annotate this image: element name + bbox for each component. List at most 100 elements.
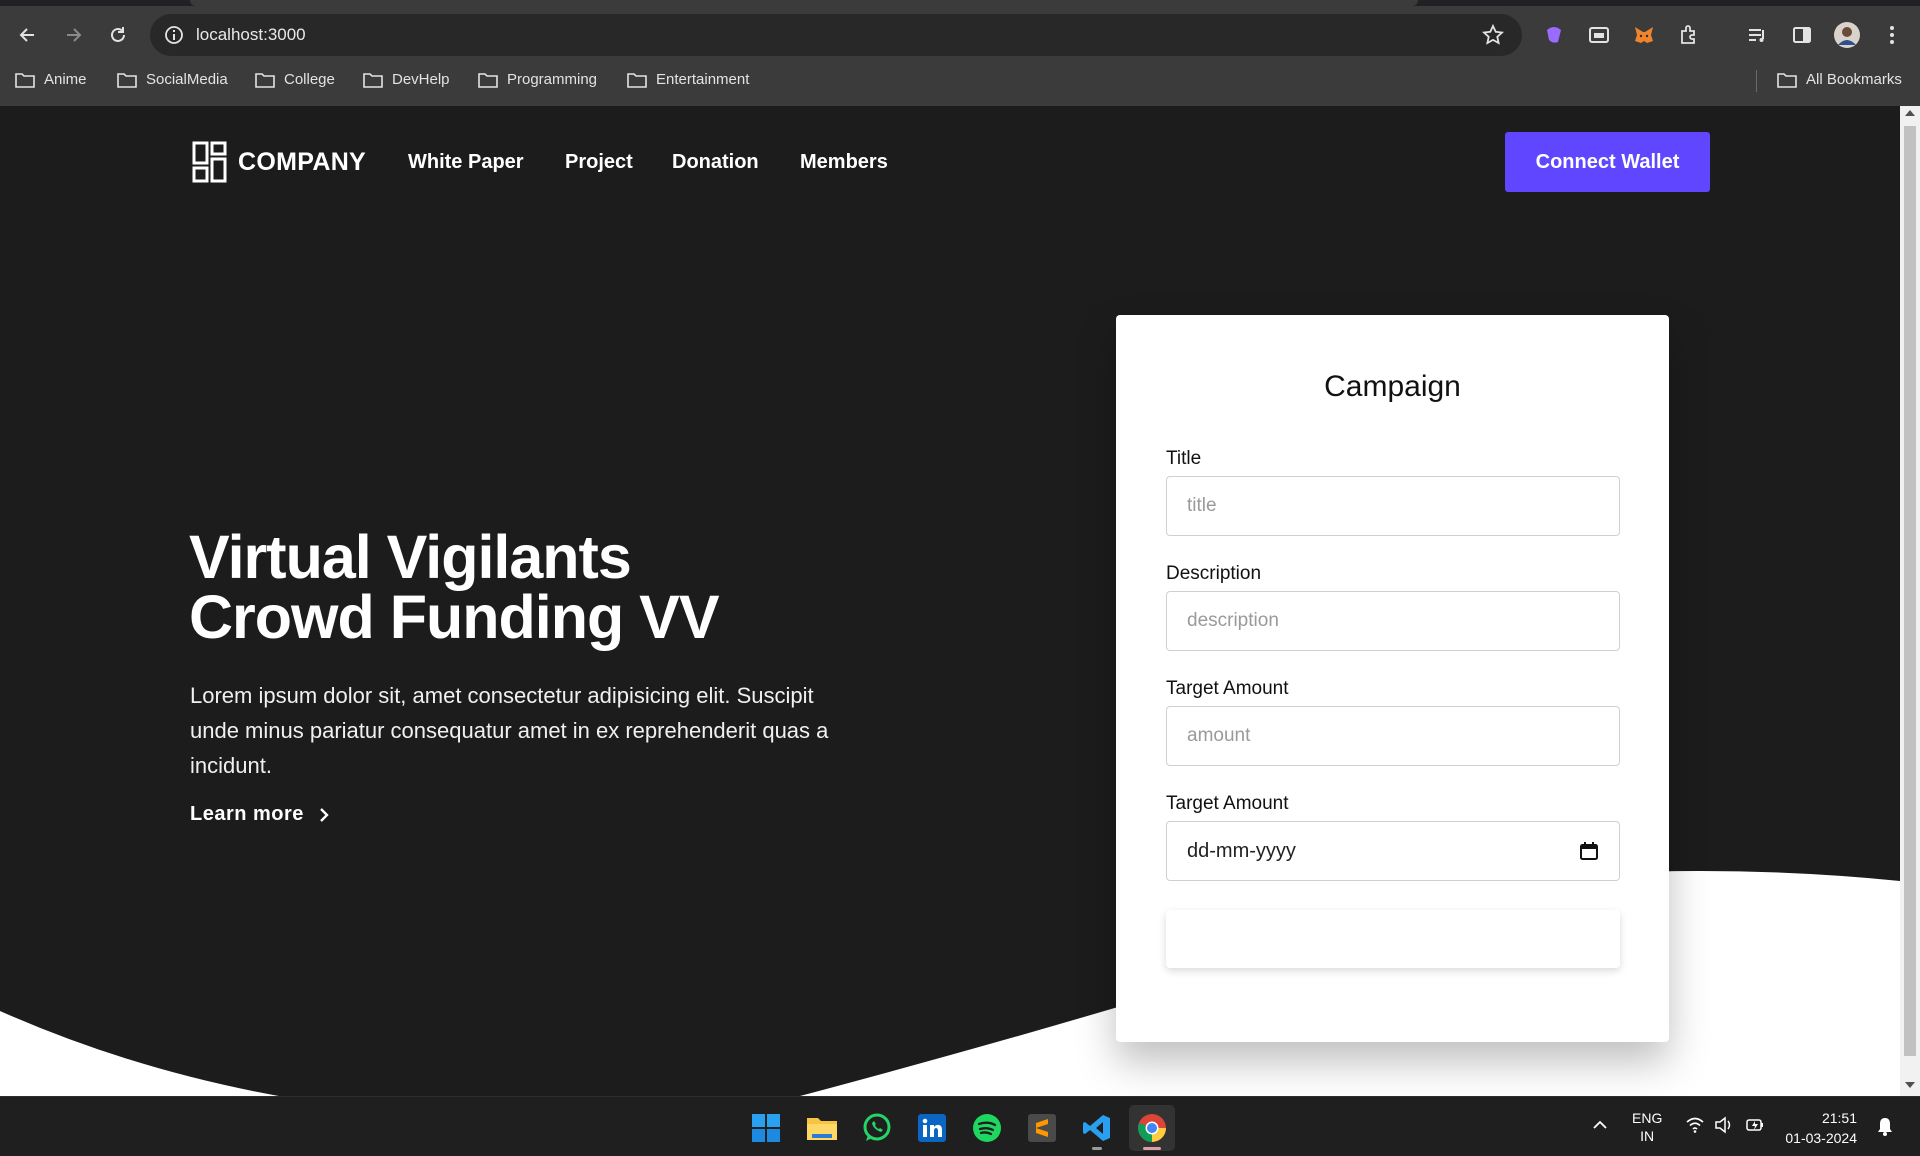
spotify-icon[interactable]: [964, 1105, 1010, 1151]
date-input[interactable]: dd-mm-yyyy: [1166, 821, 1620, 881]
nav-project[interactable]: Project: [565, 151, 633, 174]
vscode-icon[interactable]: [1074, 1105, 1120, 1151]
folder-icon: [15, 72, 35, 88]
folder-icon: [255, 72, 275, 88]
chrome-icon[interactable]: [1129, 1105, 1175, 1151]
company-logo[interactable]: COMPANY: [192, 141, 366, 183]
bookmarks-divider: [1756, 70, 1757, 92]
whatsapp-icon[interactable]: [854, 1105, 900, 1151]
target-amount-label: Target Amount: [1166, 678, 1289, 699]
volume-icon[interactable]: [1714, 1116, 1734, 1137]
language-indicator[interactable]: ENG IN: [1632, 1109, 1662, 1145]
nav-white-paper[interactable]: White Paper: [408, 151, 524, 174]
learn-more-label: Learn more: [190, 803, 304, 825]
company-name: COMPANY: [238, 147, 367, 176]
hero-title-line: Crowd Funding VV: [189, 583, 720, 651]
arrow-left-icon: [19, 28, 34, 42]
media-controls-icon[interactable]: [1740, 18, 1774, 52]
page-viewport: COMPANY White Paper Project Donation Mem…: [0, 106, 1900, 1096]
nav-donation[interactable]: Donation: [672, 151, 759, 174]
scrollbar-thumb[interactable]: [1904, 126, 1916, 1056]
extensions-puzzle-icon[interactable]: [1672, 18, 1706, 52]
clock-time: 21:51: [1821, 1110, 1857, 1126]
folder-icon: [117, 72, 137, 88]
bookmark-star-icon[interactable]: [1481, 23, 1505, 51]
file-explorer-icon[interactable]: [799, 1105, 845, 1151]
running-indicator: [1143, 1147, 1161, 1150]
reload-button[interactable]: [100, 17, 136, 53]
hero-description: Lorem ipsum dolor sit, amet consectetur …: [190, 683, 829, 778]
form-heading: Campaign: [1324, 370, 1461, 403]
wifi-icon[interactable]: [1686, 1117, 1704, 1136]
profile-avatar[interactable]: [1830, 18, 1864, 52]
bookmark-folder[interactable]: Programming: [478, 71, 597, 88]
url-text[interactable]: localhost:3000: [196, 25, 306, 45]
learn-more-link[interactable]: Learn more: [190, 803, 330, 826]
forward-button[interactable]: [55, 17, 91, 53]
bookmarks-bar: Anime SocialMedia College DevHelp Progra…: [0, 66, 1920, 96]
folder-icon: [627, 72, 647, 88]
windows-taskbar: ENG IN 21:51 01-03-2024: [0, 1096, 1920, 1156]
page-scrollbar[interactable]: [1900, 106, 1920, 1096]
folder-icon: [1777, 72, 1797, 88]
bookmark-folder[interactable]: SocialMedia: [117, 71, 228, 88]
browser-menu-icon[interactable]: [1875, 18, 1909, 52]
bookmark-label: Programming: [507, 71, 598, 88]
back-button[interactable]: [10, 17, 46, 53]
side-panel-icon[interactable]: [1785, 18, 1819, 52]
submit-button[interactable]: [1166, 910, 1620, 968]
extension-purple-icon[interactable]: [1537, 18, 1571, 52]
chevron-right-icon: [320, 807, 329, 822]
campaign-form-card: Campaign Title Description Target Amount…: [1116, 315, 1669, 1042]
metamask-fox-icon[interactable]: [1627, 18, 1661, 52]
nav-members[interactable]: Members: [800, 151, 888, 174]
address-bar[interactable]: localhost:3000: [150, 14, 1522, 56]
date-placeholder: dd-mm-yyyy: [1187, 840, 1296, 862]
bookmark-label: SocialMedia: [146, 71, 228, 88]
battery-icon[interactable]: [1745, 1116, 1765, 1137]
site-info-icon[interactable]: [164, 25, 184, 50]
description-label: Description: [1166, 563, 1262, 584]
all-bookmarks-folder[interactable]: All Bookmarks: [1777, 71, 1902, 88]
hero-title: Virtual Vigilants Crowd Funding VV: [189, 523, 989, 651]
region-code: IN: [1640, 1128, 1655, 1144]
arrow-right-icon: [67, 28, 82, 42]
logo-icon: [192, 141, 227, 183]
bookmark-folder[interactable]: Anime: [15, 71, 87, 88]
title-label: Title: [1166, 448, 1202, 469]
folder-icon: [363, 72, 383, 88]
connect-wallet-button[interactable]: Connect Wallet: [1505, 132, 1710, 192]
site-header: COMPANY White Paper Project Donation Mem…: [0, 106, 1900, 216]
tray-overflow-chevron-up-icon[interactable]: [1592, 1117, 1608, 1133]
clock-date: 01-03-2024: [1785, 1130, 1857, 1146]
calendar-icon[interactable]: [1579, 841, 1599, 866]
bookmark-folder[interactable]: Entertainment: [627, 71, 749, 88]
target-date-label: Target Amount: [1166, 793, 1289, 814]
extension-window-icon[interactable]: [1582, 18, 1616, 52]
scroll-down-arrow-icon[interactable]: [1905, 1082, 1915, 1088]
active-tab[interactable]: [190, 0, 1418, 6]
hero-title-line: Virtual Vigilants: [189, 523, 632, 591]
sublime-text-icon[interactable]: [1019, 1105, 1065, 1151]
bookmark-label: DevHelp: [392, 71, 450, 88]
tab-strip: [0, 0, 1920, 6]
title-input[interactable]: [1166, 476, 1620, 536]
scroll-up-arrow-icon[interactable]: [1905, 110, 1915, 116]
linkedin-icon[interactable]: [909, 1105, 955, 1151]
description-input[interactable]: [1166, 591, 1620, 651]
windows-start-icon[interactable]: [743, 1105, 789, 1151]
notification-bell-icon[interactable]: [1876, 1116, 1894, 1139]
reload-icon: [111, 27, 125, 42]
bookmark-folder[interactable]: College: [255, 71, 335, 88]
clock[interactable]: 21:51 01-03-2024: [1785, 1108, 1857, 1148]
bookmark-label: Anime: [44, 71, 87, 88]
amount-input[interactable]: [1166, 706, 1620, 766]
bookmark-label: All Bookmarks: [1806, 71, 1902, 88]
browser-chrome: localhost:3000 Anime SocialMedia College…: [0, 0, 1920, 106]
bookmark-label: College: [284, 71, 335, 88]
language-code: ENG: [1632, 1110, 1663, 1126]
running-indicator: [1092, 1147, 1102, 1150]
bookmark-label: Entertainment: [656, 71, 750, 88]
bookmark-folder[interactable]: DevHelp: [363, 71, 450, 88]
folder-icon: [478, 72, 498, 88]
